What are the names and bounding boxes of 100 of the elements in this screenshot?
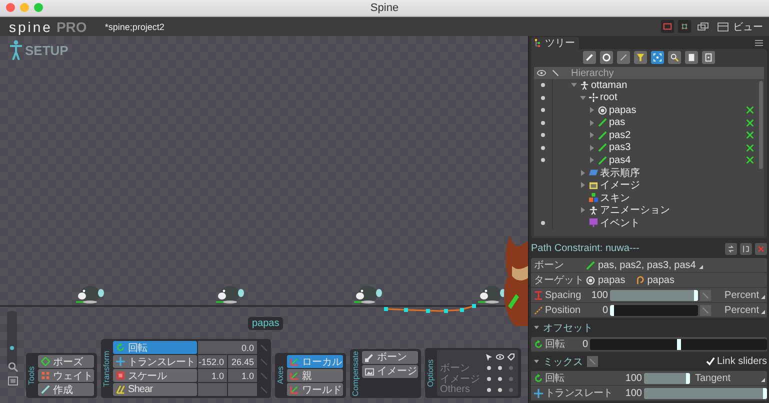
expanded-arrow-icon[interactable] xyxy=(534,359,539,364)
slider-thumb[interactable] xyxy=(694,290,698,300)
slider-track[interactable] xyxy=(644,372,690,384)
tree-tool-button[interactable] xyxy=(583,51,596,64)
tree-tab[interactable]: ツリー xyxy=(531,37,579,49)
option-toggle[interactable] xyxy=(509,376,513,380)
tree-item[interactable]: pas2 xyxy=(609,130,631,141)
tree-item[interactable]: ottaman xyxy=(591,80,628,91)
expanded-arrow-icon[interactable] xyxy=(580,94,586,101)
value-field[interactable]: 100 xyxy=(586,290,608,300)
mode-dropdown[interactable]: Tangent xyxy=(692,372,767,384)
tree-tool-button[interactable] xyxy=(634,51,647,64)
tree-tool-button[interactable] xyxy=(600,51,613,64)
transform-button[interactable]: スケール xyxy=(113,369,197,382)
tool-button[interactable]: ポーズ xyxy=(38,355,94,368)
visibility-dot[interactable] xyxy=(541,146,545,150)
slider-track[interactable] xyxy=(610,304,698,316)
collapsed-arrow-icon[interactable] xyxy=(589,107,595,114)
collapsed-arrow-icon[interactable] xyxy=(589,157,595,164)
view-menu[interactable]: ビュー xyxy=(715,20,763,34)
slider-thumb[interactable] xyxy=(763,388,767,398)
visibility-dot[interactable] xyxy=(541,96,545,100)
value-field[interactable]: 1.0 xyxy=(198,369,227,382)
tree-item[interactable]: スキン xyxy=(600,190,630,205)
slider-thumb[interactable] xyxy=(610,304,614,316)
tree-item[interactable]: イメージ xyxy=(600,178,640,192)
fit-icon[interactable] xyxy=(8,376,18,386)
zoom-slider[interactable] xyxy=(7,311,17,367)
tool-button[interactable]: ウェイト xyxy=(38,369,94,382)
unit-dropdown[interactable]: Percent xyxy=(713,304,767,316)
tree-item[interactable]: pas xyxy=(609,117,626,128)
menu-icon[interactable] xyxy=(755,39,763,47)
slider-track[interactable] xyxy=(644,388,767,398)
value-field[interactable]: 0 xyxy=(586,304,608,316)
collapsed-arrow-icon[interactable] xyxy=(589,132,595,138)
target-value[interactable]: papas xyxy=(586,274,626,286)
swap-button[interactable] xyxy=(725,242,737,254)
target-path-value[interactable]: papas xyxy=(635,274,674,286)
unit-dropdown[interactable]: Percent xyxy=(713,290,767,300)
collapsed-arrow-icon[interactable] xyxy=(580,207,586,214)
tool-button[interactable]: 作成 xyxy=(38,383,94,396)
value-field[interactable] xyxy=(228,383,257,396)
transform-button[interactable]: トランスレート xyxy=(113,355,197,368)
visibility-dot[interactable] xyxy=(541,133,545,138)
option-toggle[interactable] xyxy=(498,376,502,380)
option-toggle[interactable] xyxy=(487,366,491,370)
zoom-thumb[interactable] xyxy=(10,346,14,350)
tree-tool-button[interactable] xyxy=(651,51,664,64)
tree-item[interactable]: アニメーション xyxy=(600,203,670,218)
visibility-dot[interactable] xyxy=(541,108,545,112)
option-toggle[interactable] xyxy=(498,366,502,370)
value-field[interactable]: 1.0 xyxy=(228,369,257,382)
slider-thumb[interactable] xyxy=(686,372,690,384)
windows-icon[interactable] xyxy=(697,22,709,32)
value-field[interactable]: 100 xyxy=(620,372,642,384)
tree-item[interactable]: root xyxy=(600,92,618,104)
tree-tool-button[interactable] xyxy=(685,51,698,64)
value-field[interactable]: 26.45 xyxy=(228,355,257,368)
slider-track[interactable] xyxy=(610,290,698,300)
compensate-button[interactable]: ボーン xyxy=(362,350,418,364)
tree-tool-button[interactable] xyxy=(702,51,715,64)
tree-item[interactable]: pas3 xyxy=(609,142,631,154)
value-field[interactable] xyxy=(198,383,227,396)
tree-item[interactable]: 表示順序 xyxy=(600,166,640,180)
axis-button[interactable]: 親 xyxy=(287,369,343,382)
link-button[interactable] xyxy=(700,304,711,316)
expanded-arrow-icon[interactable] xyxy=(534,325,539,330)
collapsed-arrow-icon[interactable] xyxy=(589,144,595,151)
option-toggle[interactable] xyxy=(498,388,502,392)
option-toggle[interactable] xyxy=(509,366,513,370)
value-field[interactable]: 100 xyxy=(620,388,642,398)
layout-button[interactable] xyxy=(661,20,674,33)
link-sliders-checkbox[interactable]: Link sliders xyxy=(706,356,767,367)
value-field[interactable]: 0 xyxy=(566,338,588,350)
tree-item[interactable]: papas xyxy=(609,104,636,116)
tree-tool-button[interactable] xyxy=(668,51,681,64)
value-field[interactable]: -152.0 xyxy=(198,355,227,368)
bones-dropdown[interactable]: pas, pas2, pas3, pas4 xyxy=(586,260,767,270)
collapsed-arrow-icon[interactable] xyxy=(580,182,586,188)
value-field[interactable]: 0.0 xyxy=(198,341,257,354)
collapsed-arrow-icon[interactable] xyxy=(589,120,595,126)
axis-button[interactable]: ワールド xyxy=(287,383,343,396)
visibility-dot[interactable] xyxy=(541,158,545,162)
compensate-button[interactable]: イメージ xyxy=(362,364,418,378)
grid-button[interactable] xyxy=(678,20,691,33)
collapsed-arrow-icon[interactable] xyxy=(580,170,586,176)
scrollbar[interactable] xyxy=(759,81,763,169)
tree-item[interactable]: イベント xyxy=(600,216,640,230)
tree-item[interactable]: pas4 xyxy=(609,154,631,166)
visibility-dot[interactable] xyxy=(541,83,545,88)
rename-button[interactable] xyxy=(740,242,752,254)
transform-button[interactable]: Shear xyxy=(113,383,197,396)
expanded-arrow-icon[interactable] xyxy=(571,82,577,88)
tree-tool-button[interactable] xyxy=(617,51,630,64)
visibility-dot[interactable] xyxy=(541,120,545,125)
slider-thumb[interactable] xyxy=(676,338,680,350)
option-toggle[interactable] xyxy=(487,388,491,392)
option-toggle[interactable] xyxy=(509,388,513,392)
search-icon[interactable] xyxy=(8,362,18,372)
option-toggle[interactable] xyxy=(487,376,491,380)
